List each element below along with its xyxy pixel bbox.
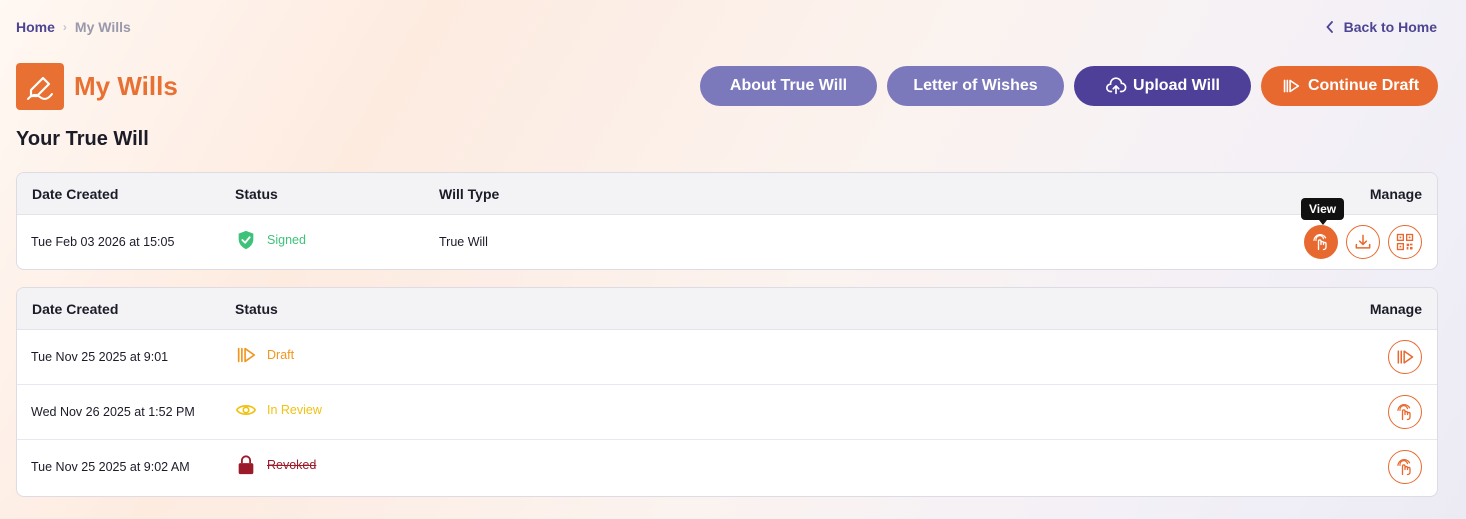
- status-label: Signed: [267, 233, 306, 247]
- column-status: Status: [235, 301, 278, 317]
- date-created: Tue Nov 25 2025 at 9:02 AM: [31, 460, 190, 474]
- column-manage: Manage: [1369, 301, 1422, 317]
- lock-icon: [238, 455, 254, 475]
- date-created: Tue Nov 25 2025 at 9:01: [31, 350, 169, 364]
- resume-icon: [1397, 350, 1414, 364]
- view-tooltip: View: [1301, 198, 1345, 225]
- continue-draft-label: Continue Draft: [1307, 77, 1420, 94]
- tap-finger-icon: [1397, 459, 1411, 476]
- page-header: My Wills: [16, 63, 178, 110]
- back-to-home-label: Back to Home: [1343, 19, 1437, 35]
- shield-check-icon: [238, 230, 254, 250]
- manage-actions: [1388, 450, 1422, 484]
- manage-actions: [1304, 225, 1422, 259]
- table-row: Tue Feb 03 2026 at 15:05 Signed True Wil…: [17, 215, 1437, 269]
- will-history-table: Date Created Status Manage Tue Nov 25 20…: [16, 287, 1438, 497]
- letter-of-wishes-button[interactable]: Letter of Wishes: [887, 66, 1064, 106]
- breadcrumb-home-link[interactable]: Home: [16, 19, 55, 35]
- status-label: In Review: [267, 403, 322, 417]
- section-title: Your True Will: [16, 128, 149, 150]
- date-created: Wed Nov 26 2025 at 1:52 PM: [31, 405, 195, 419]
- header-actions: About True Will Letter of Wishes Upload …: [700, 66, 1438, 106]
- view-button[interactable]: [1388, 395, 1422, 429]
- column-date-created: Date Created: [32, 301, 119, 317]
- manage-actions: [1388, 395, 1422, 429]
- status-badge: Draft: [235, 344, 294, 366]
- will-type: True Will: [439, 235, 488, 249]
- table-row: Tue Nov 25 2025 at 9:01 Draft: [17, 330, 1437, 385]
- true-will-table: Date Created Status Will Type Manage Tue…: [16, 172, 1438, 270]
- pen-logo-icon: [16, 63, 64, 110]
- breadcrumb: Home › My Wills: [16, 19, 131, 35]
- resume-icon: [1283, 79, 1300, 93]
- cloud-upload-icon: [1106, 77, 1127, 95]
- back-to-home-link[interactable]: Back to Home: [1325, 19, 1437, 35]
- view-button[interactable]: [1388, 450, 1422, 484]
- table-row: Wed Nov 26 2025 at 1:52 PM In Review: [17, 385, 1437, 440]
- table-header: Date Created Status Manage: [17, 288, 1437, 330]
- status-label: Draft: [267, 348, 295, 362]
- column-will-type: Will Type: [439, 186, 500, 202]
- tap-finger-icon: [1397, 404, 1411, 421]
- column-status: Status: [235, 186, 278, 202]
- upload-will-button[interactable]: Upload Will: [1074, 66, 1251, 106]
- manage-actions: [1388, 340, 1422, 374]
- column-manage: Manage: [1369, 186, 1422, 202]
- download-icon: [1355, 234, 1371, 249]
- status-label: Revoked: [267, 458, 317, 472]
- page-title: My Wills: [74, 71, 178, 101]
- resume-icon: [237, 347, 256, 363]
- continue-draft-row-button[interactable]: [1388, 340, 1422, 374]
- eye-icon: [235, 405, 257, 415]
- status-badge: Revoked: [235, 454, 316, 476]
- tap-finger-icon: [1313, 234, 1327, 251]
- column-date-created: Date Created: [32, 186, 119, 202]
- date-created: Tue Feb 03 2026 at 15:05: [31, 235, 175, 249]
- qr-code-button[interactable]: [1388, 225, 1422, 259]
- view-button[interactable]: [1304, 225, 1338, 259]
- continue-draft-button[interactable]: Continue Draft: [1261, 66, 1438, 106]
- chevron-left-icon: [1325, 21, 1333, 33]
- upload-will-label: Upload Will: [1133, 77, 1220, 94]
- download-button[interactable]: [1346, 225, 1380, 259]
- status-badge: In Review: [235, 399, 322, 421]
- table-row: Tue Nov 25 2025 at 9:02 AM Revoked: [17, 440, 1437, 495]
- about-true-will-button[interactable]: About True Will: [700, 66, 877, 106]
- qr-code-icon: [1396, 233, 1414, 251]
- breadcrumb-current: My Wills: [74, 19, 131, 35]
- status-badge: Signed: [235, 229, 306, 251]
- table-header: Date Created Status Will Type Manage: [17, 173, 1437, 215]
- breadcrumb-separator: ›: [62, 20, 67, 34]
